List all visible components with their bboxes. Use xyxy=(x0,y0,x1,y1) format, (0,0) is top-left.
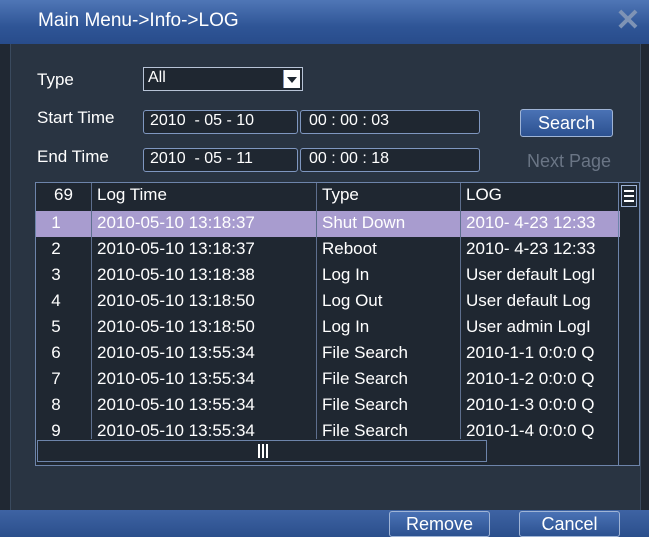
table-row[interactable]: 3 2010-05-10 13:18:38 Log In User default L… xyxy=(36,263,620,289)
log-time-cell: 2010-05-10 13:18:37 xyxy=(97,213,255,232)
column-divider xyxy=(460,183,461,439)
log-cell: 2010-1-1 0:0:0 Q xyxy=(466,343,595,362)
log-cell: 2010-1-4 0:0:0 Q xyxy=(466,421,595,439)
table-row[interactable]: 8 2010-05-10 13:55:34 File Search 2010-1-3 … xyxy=(36,393,620,419)
log-time-cell: 2010-05-10 13:55:34 xyxy=(97,395,255,414)
row-number: 9 xyxy=(51,421,61,439)
header-log[interactable]: LOG xyxy=(466,185,502,205)
table-body: 1 2010-05-10 13:18:37 Shut Down 2010- 4-23 … xyxy=(36,211,620,439)
log-table: 69 Log Time Type LOG 1 2010-05-10 13:18:3… xyxy=(35,182,640,466)
window-title: Main Menu->Info->LOG xyxy=(38,10,239,31)
type-cell: Shut Down xyxy=(322,213,406,232)
type-cell: File Search xyxy=(322,395,408,414)
start-date-field[interactable]: 2010 - 05 - 10 xyxy=(143,110,298,134)
scroll-grip-icon[interactable] xyxy=(258,444,270,458)
title-bar: Main Menu->Info->LOG ✕ xyxy=(0,0,649,44)
log-time-cell: 2010-05-10 13:55:34 xyxy=(97,369,255,388)
row-number: 7 xyxy=(51,369,61,388)
log-cell: 2010-1-2 0:0:0 Q xyxy=(466,369,595,388)
row-number: 1 xyxy=(51,213,61,232)
type-select[interactable]: All xyxy=(143,67,303,91)
type-select-value: All xyxy=(148,69,166,86)
table-row[interactable]: 6 2010-05-10 13:55:34 File Search 2010-1-1 … xyxy=(36,341,620,367)
end-time-value: 00 : 00 : 18 xyxy=(309,150,390,167)
end-date-field[interactable]: 2010 - 05 - 11 xyxy=(143,148,298,172)
row-number: 8 xyxy=(51,395,61,414)
start-time-field[interactable]: 00 : 00 : 03 xyxy=(300,110,480,134)
row-number: 3 xyxy=(51,265,61,284)
log-window: Main Menu->Info->LOG ✕ Type All Start Ti… xyxy=(0,0,649,537)
table-row[interactable]: 2 2010-05-10 13:18:37 Reboot 2010- 4-23 12:… xyxy=(36,237,620,263)
end-date-value: 2010 - 05 - 11 xyxy=(150,150,253,167)
search-button[interactable]: Search xyxy=(520,109,613,137)
chevron-down-icon[interactable] xyxy=(283,70,300,88)
horizontal-scrollbar[interactable] xyxy=(37,440,487,462)
log-time-cell: 2010-05-10 13:55:34 xyxy=(97,421,255,439)
remove-button[interactable]: Remove xyxy=(389,511,490,537)
log-cell: User default LogI xyxy=(466,265,596,284)
menu-lines-icon[interactable] xyxy=(621,185,637,207)
next-page-button[interactable]: Next Page xyxy=(527,151,611,172)
log-cell: 2010- 4-23 12:33 xyxy=(466,213,596,232)
log-time-cell: 2010-05-10 13:18:50 xyxy=(97,317,255,336)
table-row[interactable]: 7 2010-05-10 13:55:34 File Search 2010-1-2 … xyxy=(36,367,620,393)
table-row[interactable]: 1 2010-05-10 13:18:37 Shut Down 2010- 4-23 … xyxy=(36,211,620,237)
type-label: Type xyxy=(37,70,74,89)
row-count: 69 xyxy=(54,185,73,204)
header-log-time[interactable]: Log Time xyxy=(97,185,167,205)
type-cell: File Search xyxy=(322,421,408,439)
log-time-cell: 2010-05-10 13:18:50 xyxy=(97,291,255,310)
log-cell: 2010-1-3 0:0:0 Q xyxy=(466,395,595,414)
end-time-label: End Time xyxy=(37,147,109,166)
type-cell: File Search xyxy=(322,343,408,362)
log-cell: 2010- 4-23 12:33 xyxy=(466,239,596,258)
type-cell: File Search xyxy=(322,369,408,388)
table-header: 69 Log Time Type LOG xyxy=(36,183,620,211)
column-divider xyxy=(91,183,92,439)
start-time-label: Start Time xyxy=(37,108,115,127)
end-time-field[interactable]: 00 : 00 : 18 xyxy=(300,148,480,172)
row-number: 6 xyxy=(51,343,61,362)
type-cell: Log In xyxy=(322,265,370,284)
table-row[interactable]: 9 2010-05-10 13:55:34 File Search 2010-1-4 … xyxy=(36,419,620,439)
start-time-value: 00 : 00 : 03 xyxy=(309,112,390,129)
log-time-cell: 2010-05-10 13:18:37 xyxy=(97,239,255,258)
log-time-cell: 2010-05-10 13:18:38 xyxy=(97,265,255,284)
log-cell: User admin LogI xyxy=(466,317,591,336)
type-cell: Reboot xyxy=(322,239,377,258)
vertical-scrollbar[interactable] xyxy=(618,183,639,465)
close-icon[interactable]: ✕ xyxy=(613,6,643,36)
header-type[interactable]: Type xyxy=(322,185,359,205)
cancel-button[interactable]: Cancel xyxy=(519,511,620,537)
row-number: 5 xyxy=(51,317,61,336)
start-date-value: 2010 - 05 - 10 xyxy=(150,112,255,129)
column-divider xyxy=(316,183,317,439)
row-number: 4 xyxy=(51,291,61,310)
type-cell: Log Out xyxy=(322,291,383,310)
type-cell: Log In xyxy=(322,317,370,336)
log-cell: User default Log xyxy=(466,291,591,310)
log-time-cell: 2010-05-10 13:55:34 xyxy=(97,343,255,362)
table-row[interactable]: 4 2010-05-10 13:18:50 Log Out User default … xyxy=(36,289,620,315)
row-number: 2 xyxy=(51,239,61,258)
table-row[interactable]: 5 2010-05-10 13:18:50 Log In User admin Log… xyxy=(36,315,620,341)
